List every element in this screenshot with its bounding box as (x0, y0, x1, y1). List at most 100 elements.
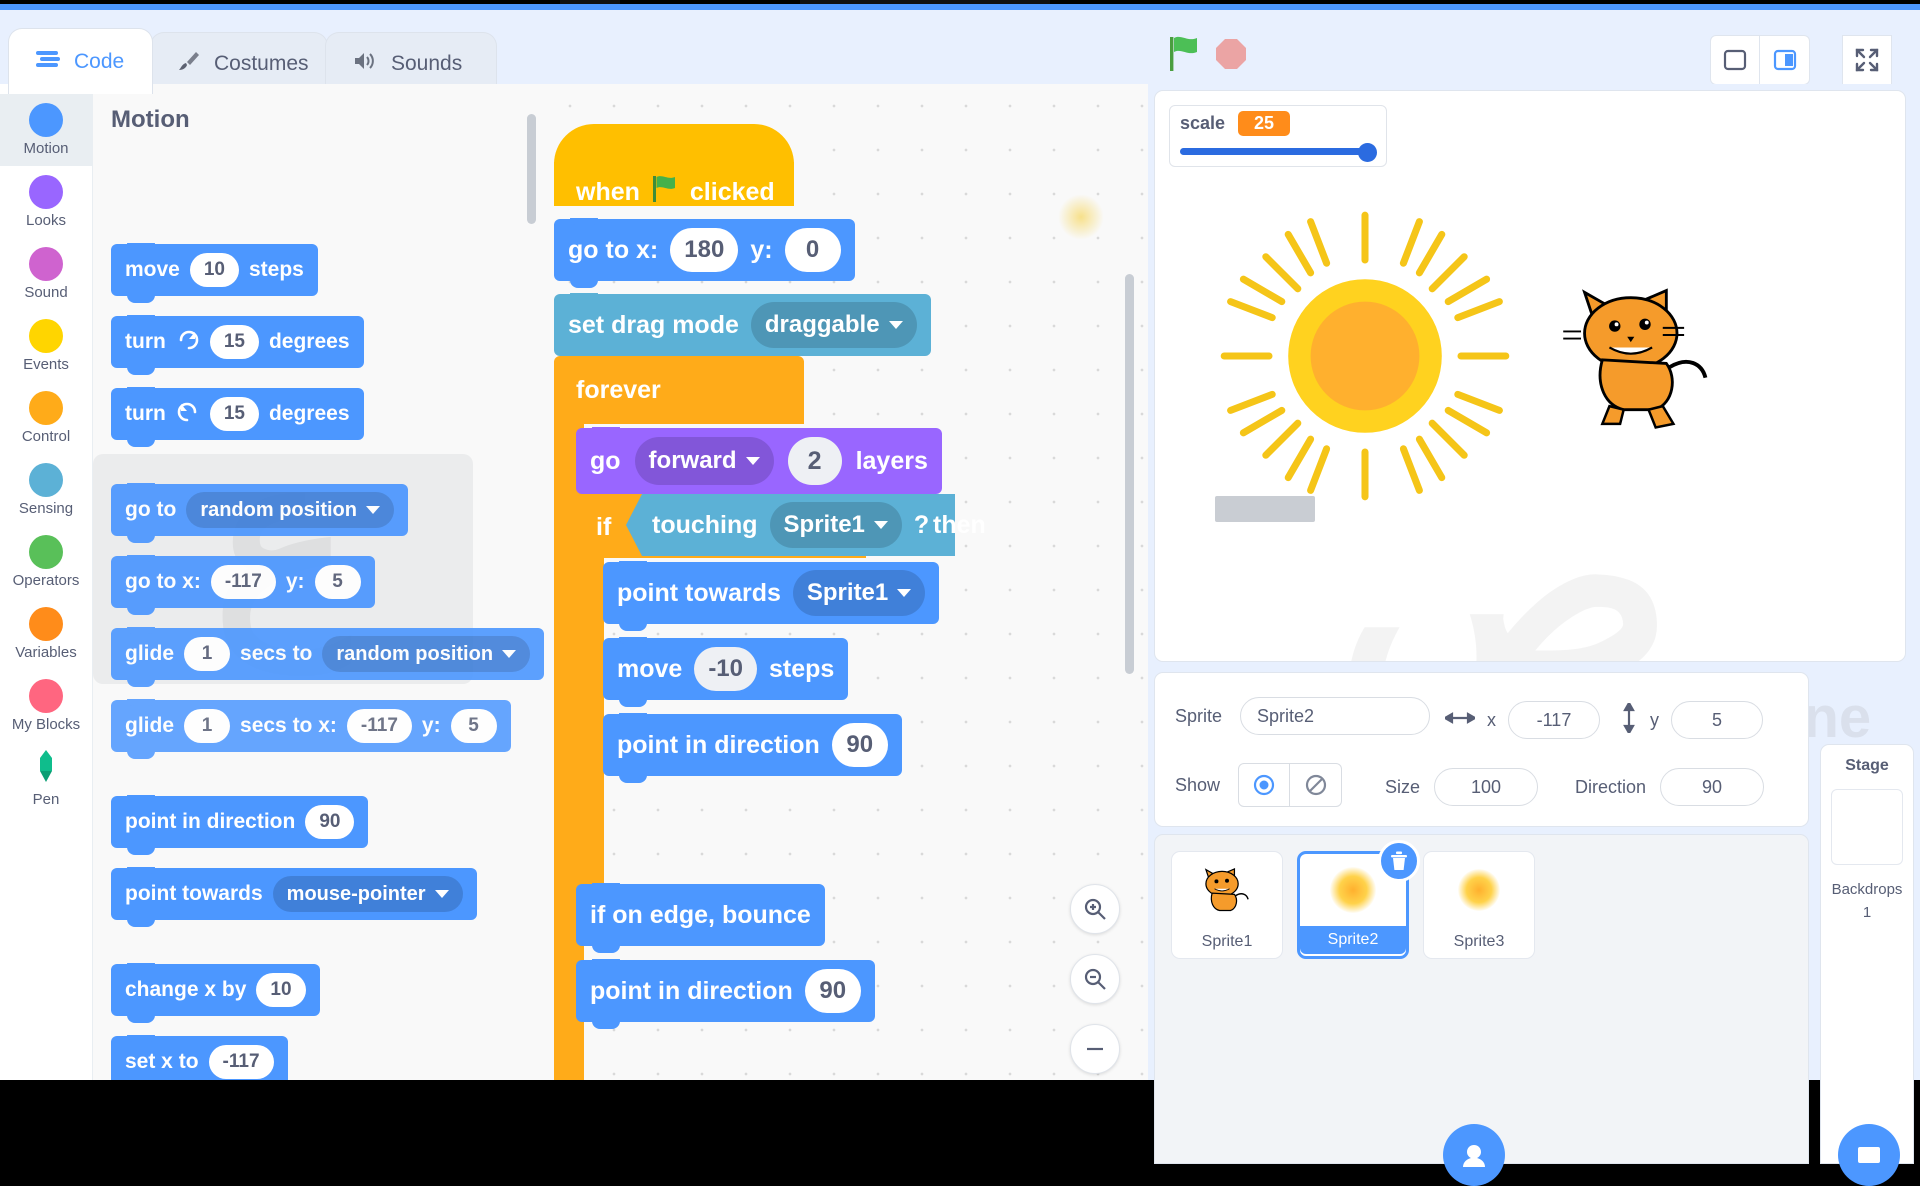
block-palette[interactable]: Motion ع move 10 steps turn 15 degrees t… (93, 84, 548, 1080)
green-flag-button[interactable] (1168, 35, 1202, 78)
stage-canvas[interactable]: ص scale 25 (1154, 90, 1906, 662)
category-sensing[interactable]: Sensing (0, 454, 92, 526)
add-backdrop-button[interactable] (1838, 1124, 1900, 1186)
category-sound[interactable]: Sound (0, 238, 92, 310)
block-input[interactable]: 90 (804, 969, 861, 1013)
category-control[interactable]: Control (0, 382, 92, 454)
category-events-label: Events (23, 356, 69, 373)
block-input-y[interactable]: 5 (314, 565, 361, 599)
palette-block-move-steps[interactable]: move 10 steps (111, 243, 318, 303)
show-visible-button[interactable] (1238, 763, 1291, 807)
monitor-slider[interactable] (1180, 143, 1377, 162)
script-block-if-on-edge-bounce[interactable]: if on edge, bounce (576, 883, 825, 953)
script-block-point-in-direction-1[interactable]: point in direction 90 (603, 713, 902, 783)
script-block-point-towards[interactable]: point towards Sprite1 (603, 561, 940, 631)
block-input[interactable]: 90 (305, 805, 355, 839)
tab-code-label: Code (74, 49, 125, 73)
sprite-name-input[interactable]: Sprite2 (1240, 697, 1431, 735)
variable-monitor-scale[interactable]: scale 25 (1169, 105, 1387, 167)
palette-block-go-to[interactable]: go to random position (111, 483, 408, 543)
script-block-move-steps[interactable]: move -10 steps (603, 637, 849, 707)
small-stage-button[interactable] (1710, 35, 1760, 85)
palette-scrollbar[interactable] (527, 114, 536, 224)
category-operators[interactable]: Operators (0, 526, 92, 598)
question-mark-label: ? (913, 510, 930, 539)
tab-code[interactable]: Code (8, 28, 153, 94)
zoom-out-button[interactable] (1070, 954, 1120, 1004)
show-hidden-button[interactable] (1290, 763, 1343, 807)
dropdown-value: mouse-pointer (286, 882, 426, 905)
stop-button[interactable] (1215, 38, 1247, 75)
palette-block-point-towards[interactable]: point towards mouse-pointer (111, 867, 477, 927)
block-input[interactable]: 90 (831, 723, 888, 767)
block-input[interactable]: 2 (787, 437, 842, 485)
script-block-forever-label: forever (554, 356, 661, 424)
stage-sprite-sun[interactable] (1205, 196, 1525, 516)
script-block-go-to-xy[interactable]: go to x: 180 y: 0 (554, 218, 855, 288)
block-input-secs[interactable]: 1 (184, 637, 231, 671)
palette-block-turn-left[interactable]: turn 15 degrees (111, 387, 364, 447)
x-input[interactable]: -117 (1508, 701, 1600, 739)
block-dropdown[interactable]: random position (186, 492, 394, 528)
sprite-card-sprite1[interactable]: Sprite1 (1171, 851, 1283, 959)
workspace-vertical-scrollbar[interactable] (1125, 274, 1134, 674)
sprite-x-row: x -117 (1442, 701, 1600, 739)
palette-block-glide-secs-to[interactable]: glide 1 secs to random position (111, 627, 545, 687)
when-label: when (576, 177, 640, 206)
large-stage-button[interactable] (1760, 35, 1810, 85)
category-looks[interactable]: Looks (0, 166, 92, 238)
block-input-y[interactable]: 0 (784, 228, 841, 272)
script-block-point-in-direction-2[interactable]: point in direction 90 (576, 959, 875, 1029)
block-input[interactable]: -10 (694, 647, 757, 691)
block-input[interactable]: 15 (209, 325, 259, 359)
backdrop-thumbnail[interactable] (1831, 789, 1903, 865)
category-variables[interactable]: Variables (0, 598, 92, 670)
chevron-down-icon (873, 521, 888, 529)
zoom-in-button[interactable] (1070, 884, 1120, 934)
block-input[interactable]: 15 (209, 397, 259, 431)
block-input[interactable]: 10 (256, 973, 306, 1007)
y-input[interactable]: 5 (1671, 701, 1763, 739)
category-events[interactable]: Events (0, 310, 92, 382)
code-workspace[interactable]: when clicked go to x: 180 y: 0 set drag … (548, 84, 1148, 1080)
direction-input[interactable]: 90 (1660, 768, 1765, 806)
block-dropdown[interactable]: mouse-pointer (272, 876, 463, 912)
block-dropdown[interactable]: forward (634, 437, 774, 485)
block-input-x[interactable]: 180 (670, 228, 739, 272)
add-sprite-button[interactable] (1443, 1124, 1505, 1186)
block-input-x[interactable]: -117 (210, 565, 276, 599)
palette-block-point-in-direction[interactable]: point in direction 90 (111, 795, 369, 855)
script-block-go-layers[interactable]: go forward 2 layers (576, 427, 942, 501)
block-dropdown[interactable]: Sprite1 (769, 502, 902, 548)
block-dropdown[interactable]: draggable (750, 302, 917, 348)
sprite-thumbnail (1172, 852, 1282, 928)
delete-sprite-button[interactable] (1378, 840, 1420, 882)
palette-block-glide-secs-to-xy[interactable]: glide 1 secs to x: -117 y: 5 (111, 699, 511, 759)
script-block-set-drag-mode[interactable]: set drag mode draggable (554, 293, 931, 363)
palette-block-change-x-by[interactable]: change x by 10 (111, 963, 320, 1023)
palette-block-turn-right[interactable]: turn 15 degrees (111, 315, 364, 375)
script-block-touching[interactable]: touching Sprite1 ? (626, 494, 956, 556)
category-motion[interactable]: Motion (0, 94, 92, 166)
palette-block-go-to-xy[interactable]: go to x: -117 y: 5 (111, 555, 375, 615)
fullscreen-button[interactable] (1842, 35, 1892, 85)
stage-sprite-cat[interactable] (1555, 271, 1735, 431)
block-dropdown[interactable]: random position (322, 636, 531, 672)
stage-selector[interactable]: Stage Backdrops 1 (1820, 744, 1914, 1164)
sprite-card-sprite2[interactable]: Sprite2 (1297, 840, 1420, 959)
script-block-when-flag-clicked[interactable]: when clicked (554, 162, 775, 222)
zoom-reset-button[interactable] (1070, 1024, 1120, 1074)
block-input[interactable]: -117 (208, 1045, 274, 1079)
block-label: turn (125, 402, 166, 425)
category-pen[interactable]: Pen (0, 742, 92, 814)
block-input-x[interactable]: -117 (346, 709, 412, 743)
block-input-secs[interactable]: 1 (184, 709, 231, 743)
block-input-y[interactable]: 5 (450, 709, 497, 743)
size-input[interactable]: 100 (1434, 768, 1539, 806)
block-dropdown[interactable]: Sprite1 (792, 570, 926, 616)
block-input[interactable]: 10 (189, 253, 239, 287)
sprite-card-sprite3[interactable]: Sprite3 (1423, 851, 1535, 959)
palette-block-set-x-to[interactable]: set x to -117 (111, 1035, 288, 1080)
slider-knob[interactable] (1358, 143, 1377, 162)
category-my-blocks[interactable]: My Blocks (0, 670, 92, 742)
